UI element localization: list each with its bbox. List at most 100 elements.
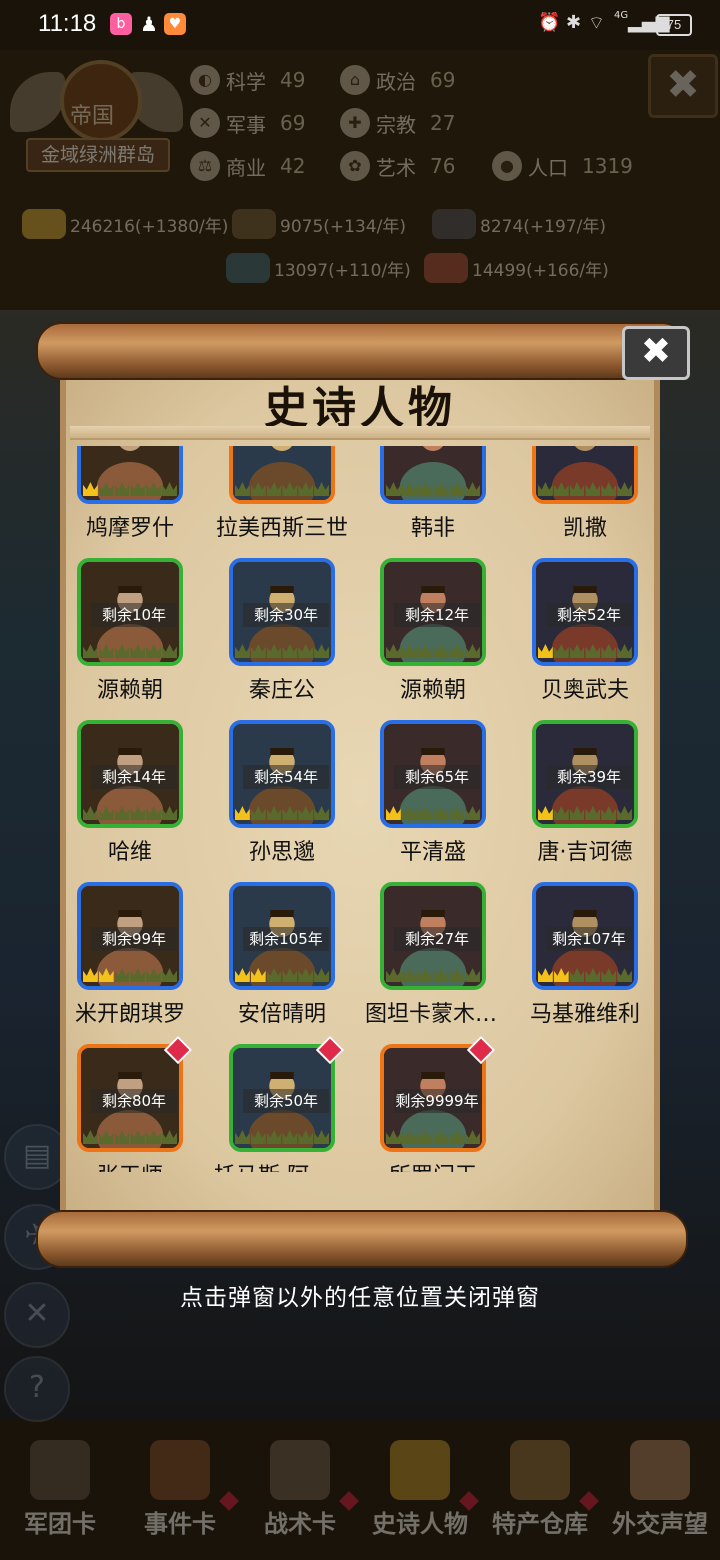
crown-rank-row <box>83 482 177 498</box>
character-card[interactable]: 剩余12年 源赖朝 <box>365 558 517 716</box>
crown-icon <box>235 482 250 496</box>
resource-gold[interactable]: 246216(+1380/年) <box>22 206 228 242</box>
resource-value: 14499(+166/年) <box>472 260 609 281</box>
nav-event-cards[interactable]: 事件卡 <box>120 1428 240 1560</box>
nav-diplomacy[interactable]: 外交声望 <box>600 1428 720 1560</box>
helmet-icon <box>30 1440 90 1500</box>
character-portrait-frame[interactable] <box>532 446 638 504</box>
character-card[interactable]: 剩余52年 贝奥武夫 <box>517 558 658 716</box>
crown-icon <box>433 968 449 982</box>
stat-label: 军事 <box>226 112 266 137</box>
character-card[interactable]: 剩余14年 哈维 <box>62 720 214 878</box>
nav-tactic-cards[interactable]: 战术卡 <box>240 1428 360 1560</box>
dismiss-hint: 点击弹窗以外的任意位置关闭弹窗 <box>180 1285 540 1311</box>
character-card[interactable]: 剩余65年平清盛 <box>365 720 517 878</box>
shield-icon <box>270 1440 330 1500</box>
crown-icon <box>162 482 177 496</box>
resource-iron[interactable]: 8274(+197/年) <box>432 206 606 242</box>
character-portrait-frame[interactable]: 剩余30年 <box>229 558 335 666</box>
crown-icon <box>146 1130 162 1144</box>
gold-coins-icon <box>22 209 66 239</box>
character-portrait-frame[interactable]: 剩余50年 <box>229 1044 335 1152</box>
character-card[interactable]: 剩余80年张天师 <box>62 1035 214 1172</box>
character-card[interactable]: 剩余54年 孙思邈 <box>214 720 366 878</box>
character-card[interactable]: 凯撒 <box>517 446 658 554</box>
crown-icon <box>386 482 401 496</box>
stat-population[interactable]: ● 人口 1319 <box>492 148 633 184</box>
crown-icon <box>386 644 401 658</box>
character-portrait-frame[interactable]: 剩余27年 <box>380 882 486 990</box>
character-name: 米开朗琪罗 <box>74 1002 185 1027</box>
crown-icon <box>601 806 617 820</box>
nav-label: 史诗人物 <box>372 1510 468 1538</box>
character-grid[interactable]: 鸠摩罗什 拉美西斯三世 韩非 凯撒 剩余10年 源赖朝 剩余30年 秦庄公 剩余12年 源赖朝 剩余… <box>62 446 658 1172</box>
character-portrait-frame[interactable] <box>380 446 486 504</box>
character-card[interactable]: 剩余10年 源赖朝 <box>62 558 214 716</box>
character-card[interactable]: 剩余39年 唐·吉诃德 <box>517 720 658 878</box>
crown-rank-row <box>386 1130 480 1146</box>
resource-stone[interactable]: 13097(+110/年) <box>226 250 411 286</box>
crown-icon <box>449 806 465 820</box>
character-portrait-frame[interactable]: 剩余80年 <box>77 1044 183 1152</box>
crown-icon <box>449 968 465 982</box>
nav-legion-cards[interactable]: 军团卡 <box>0 1428 120 1560</box>
character-portrait-frame[interactable]: 剩余52年 <box>532 558 638 666</box>
character-portrait-frame[interactable]: 剩余54年 <box>229 720 335 828</box>
gold-crown-icon <box>250 968 266 982</box>
crown-icon <box>417 1130 433 1144</box>
character-card[interactable]: 剩余107年马基雅维利 <box>517 882 658 1040</box>
crown-icon <box>162 644 177 658</box>
character-portrait-frame[interactable]: 剩余9999年 <box>380 1044 486 1152</box>
swords-icon: ✕ <box>190 108 220 138</box>
character-card[interactable]: 韩非 <box>365 446 517 554</box>
character-card[interactable]: 剩余30年 秦庄公 <box>214 558 366 716</box>
crown-rank-row <box>83 806 177 822</box>
gold-crown-icon <box>553 968 569 982</box>
character-portrait-frame[interactable]: 剩余99年 <box>77 882 183 990</box>
character-portrait-frame[interactable]: 剩余14年 <box>77 720 183 828</box>
nav-epic-characters[interactable]: 史诗人物 <box>360 1428 480 1560</box>
character-card[interactable]: 拉美西斯三世 <box>214 446 366 554</box>
character-card[interactable]: 剩余99年米开朗琪罗 <box>62 882 214 1040</box>
character-portrait-frame[interactable]: 剩余39年 <box>532 720 638 828</box>
gold-crown-icon <box>235 968 250 982</box>
character-portrait-frame[interactable] <box>77 446 183 504</box>
character-portrait-frame[interactable]: 剩余10年 <box>77 558 183 666</box>
character-card[interactable]: 鸠摩罗什 <box>62 446 214 554</box>
crown-icon <box>401 968 417 982</box>
empire-name[interactable]: 金域绿洲群岛 <box>26 138 170 172</box>
character-name: 安倍晴明 <box>237 1002 326 1027</box>
character-card[interactable]: 剩余27年图坦卡蒙木乃伊 <box>365 882 517 1040</box>
character-portrait-frame[interactable]: 剩余107年 <box>532 882 638 990</box>
character-portrait-frame[interactable]: 剩余65年 <box>380 720 486 828</box>
wifi-icon: ⌔ <box>588 13 605 34</box>
resource-wood[interactable]: 9075(+134/年) <box>232 206 406 242</box>
crown-icon <box>146 644 162 658</box>
character-card[interactable]: 剩余50年托马斯·阿奎那 <box>214 1035 366 1172</box>
nav-specialty-warehouse[interactable]: 特产仓库 <box>480 1428 600 1560</box>
crown-icon <box>569 482 585 496</box>
stat-military[interactable]: ✕ 军事 69 <box>190 105 305 141</box>
crown-icon <box>585 806 601 820</box>
crown-icon <box>298 1130 314 1144</box>
stat-religion[interactable]: ✚ 宗教 27 <box>340 105 455 141</box>
character-name: 马基雅维利 <box>529 1002 640 1027</box>
stat-science[interactable]: ◐ 科学 49 <box>190 62 305 98</box>
help-icon[interactable]: ? <box>4 1356 70 1422</box>
remaining-years: 剩余107年 <box>546 927 632 951</box>
close-panel-icon[interactable]: ✖ <box>648 54 718 118</box>
character-portrait-frame[interactable]: 剩余105年 <box>229 882 335 990</box>
character-card[interactable]: 剩余105年安倍晴明 <box>214 882 366 1040</box>
character-name: 平清盛 <box>399 840 466 865</box>
stat-art[interactable]: ✿ 艺术 76 <box>340 148 455 184</box>
close-icon[interactable]: ✖ <box>622 326 690 380</box>
stat-commerce[interactable]: ⚖ 商业 42 <box>190 148 305 184</box>
character-portrait-frame[interactable]: 剩余12年 <box>380 558 486 666</box>
character-card[interactable]: 剩余9999年所罗门王 <box>365 1035 517 1172</box>
resource-meat[interactable]: 14499(+166/年) <box>424 250 609 286</box>
character-portrait-frame[interactable] <box>229 446 335 504</box>
nav-label: 军团卡 <box>24 1510 96 1538</box>
stat-politics[interactable]: ⌂ 政治 69 <box>340 62 455 98</box>
crown-icon <box>585 644 601 658</box>
crown-icon <box>114 1130 130 1144</box>
